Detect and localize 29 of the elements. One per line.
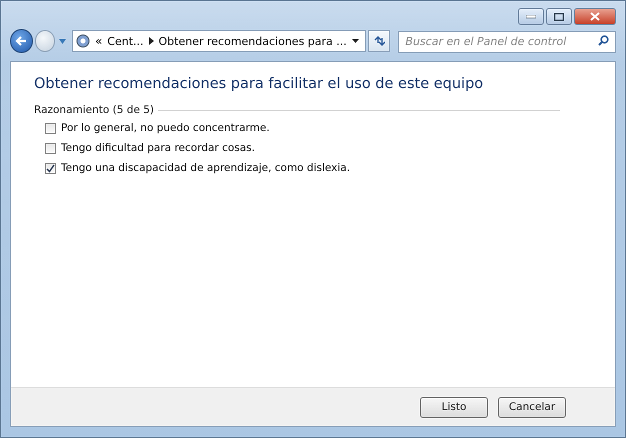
breadcrumb-arrow-icon xyxy=(148,37,154,45)
back-button[interactable] xyxy=(10,29,33,53)
search-field[interactable]: Buscar en el Panel de control xyxy=(398,30,616,52)
maximize-icon xyxy=(554,12,564,20)
close-icon xyxy=(590,12,600,21)
minimize-button[interactable] xyxy=(518,8,544,25)
search-icon[interactable] xyxy=(598,35,609,46)
dialog-button[interactable]: Cancelar xyxy=(498,396,566,418)
group-title: Razonamiento (5 de 5) xyxy=(34,104,154,116)
checkbox-label[interactable]: Por lo general, no puedo concentrarme. xyxy=(61,122,270,134)
checkbox[interactable] xyxy=(45,142,56,154)
refresh-button[interactable] xyxy=(368,30,390,52)
close-button[interactable] xyxy=(574,8,616,25)
control-panel-icon xyxy=(76,34,90,48)
checkbox-label[interactable]: Tengo una discapacidad de aprendizaje, como dislexia. xyxy=(61,162,350,174)
dialog-button[interactable]: Listo xyxy=(420,396,488,418)
overflow-chevron[interactable]: « xyxy=(94,34,102,48)
minimize-icon xyxy=(526,14,536,18)
breadcrumb[interactable]: Cent... xyxy=(107,34,144,48)
page-heading: Obtener recomendaciones para facilitar el uso de este equipo xyxy=(34,76,484,92)
checkbox[interactable] xyxy=(45,162,56,174)
maximize-button[interactable] xyxy=(546,8,572,25)
checkbox-label[interactable]: Tengo dificultad para recordar cosas. xyxy=(61,142,255,154)
address-bar[interactable]: « Cent... Obtener recomendaciones para ... xyxy=(72,30,366,52)
back-arrow-icon xyxy=(15,35,28,47)
refresh-icon xyxy=(373,35,386,47)
breadcrumb[interactable]: Obtener recomendaciones para ... xyxy=(158,34,347,48)
checkbox[interactable] xyxy=(45,122,56,134)
dropdown-arrow-icon[interactable] xyxy=(352,39,359,43)
